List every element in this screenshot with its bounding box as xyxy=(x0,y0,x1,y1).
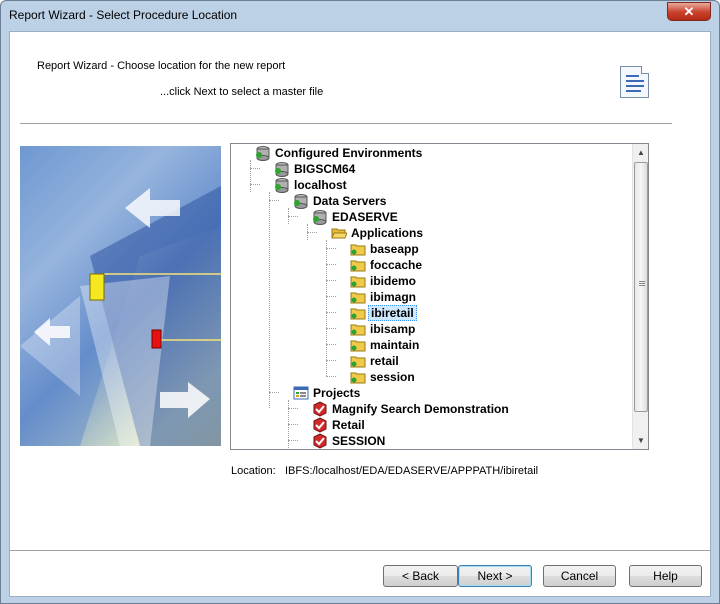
wizard-subheading: ...click Next to select a master file xyxy=(160,86,324,98)
scroll-up-button[interactable]: ▲ xyxy=(633,144,648,161)
folder-icon xyxy=(350,321,366,337)
header-separator xyxy=(20,123,672,125)
tree-node-label: Magnify Search Demonstration xyxy=(332,402,509,416)
wizard-artwork xyxy=(20,146,221,446)
tree-node-label: Retail xyxy=(332,418,365,432)
location-value: IBFS:/localhost/EDA/EDASERVE/APPPATH/ibi… xyxy=(285,465,539,477)
folder-icon xyxy=(350,241,366,257)
folder-icon xyxy=(350,257,366,273)
window-title: Report Wizard - Select Procedure Locatio… xyxy=(9,8,238,22)
folder-open-icon xyxy=(331,225,348,241)
wizard-client-area: Report Wizard - Choose location for the … xyxy=(9,31,711,597)
tree-node-label: Configured Environments xyxy=(275,146,423,160)
folder-icon xyxy=(350,289,366,305)
report-document-icon xyxy=(620,66,649,98)
scroll-down-button[interactable]: ▼ xyxy=(633,432,648,449)
scroll-down-icon: ▼ xyxy=(637,436,645,445)
folder-icon xyxy=(350,353,366,369)
tree-node-label: EDASERVE xyxy=(332,210,398,224)
tree-node-label: baseapp xyxy=(370,242,419,256)
tree-scrollbar[interactable]: ▲ ▼ xyxy=(632,144,648,449)
tree-node-label: foccache xyxy=(370,258,423,272)
close-icon: ✕ xyxy=(683,4,695,19)
tree-node-label: Projects xyxy=(313,386,361,400)
scroll-thumb[interactable] xyxy=(634,162,648,412)
project-check-icon xyxy=(312,417,328,433)
environment-tree[interactable]: Configured Environments BIGSCM64 localho… xyxy=(230,143,649,450)
server-icon xyxy=(312,209,328,225)
projects-icon xyxy=(293,385,309,401)
tree-node-label: retail xyxy=(370,354,399,368)
environment-icon xyxy=(255,145,271,161)
back-button[interactable]: < Back xyxy=(383,565,458,587)
project-check-icon xyxy=(312,401,328,417)
location-label: Location: xyxy=(231,465,276,477)
server-icon xyxy=(274,161,290,177)
project-check-icon xyxy=(312,433,328,449)
help-button[interactable]: Help xyxy=(629,565,702,587)
tree-node-label: Data Servers xyxy=(313,194,387,208)
report-wizard-window: Report Wizard - Select Procedure Locatio… xyxy=(0,0,720,604)
wizard-heading: Report Wizard - Choose location for the … xyxy=(37,60,286,72)
folder-icon xyxy=(350,337,366,353)
tree-node-label: ibimagn xyxy=(370,290,417,304)
scroll-up-icon: ▲ xyxy=(637,148,645,157)
tree-node-label: BIGSCM64 xyxy=(294,162,356,176)
tree-node-label: ibiretail xyxy=(368,305,417,321)
tree-node-label: Applications xyxy=(351,226,424,240)
data-servers-icon xyxy=(293,193,309,209)
tree-node-label: SESSION xyxy=(332,434,386,448)
next-button[interactable]: Next > xyxy=(458,565,532,587)
server-icon xyxy=(274,177,290,193)
folder-icon xyxy=(350,273,366,289)
footer-separator xyxy=(10,550,710,552)
tree-node-label: ibidemo xyxy=(370,274,417,288)
tree-node-label: maintain xyxy=(370,338,420,352)
close-button[interactable]: ✕ xyxy=(667,2,711,21)
title-bar[interactable]: Report Wizard - Select Procedure Locatio… xyxy=(1,1,719,31)
cancel-button[interactable]: Cancel xyxy=(543,565,616,587)
tree-node-label: session xyxy=(370,370,415,384)
tree-node-label: ibisamp xyxy=(370,322,416,336)
folder-icon xyxy=(350,369,366,385)
folder-icon xyxy=(350,305,366,321)
tree-node-label: localhost xyxy=(294,178,347,192)
